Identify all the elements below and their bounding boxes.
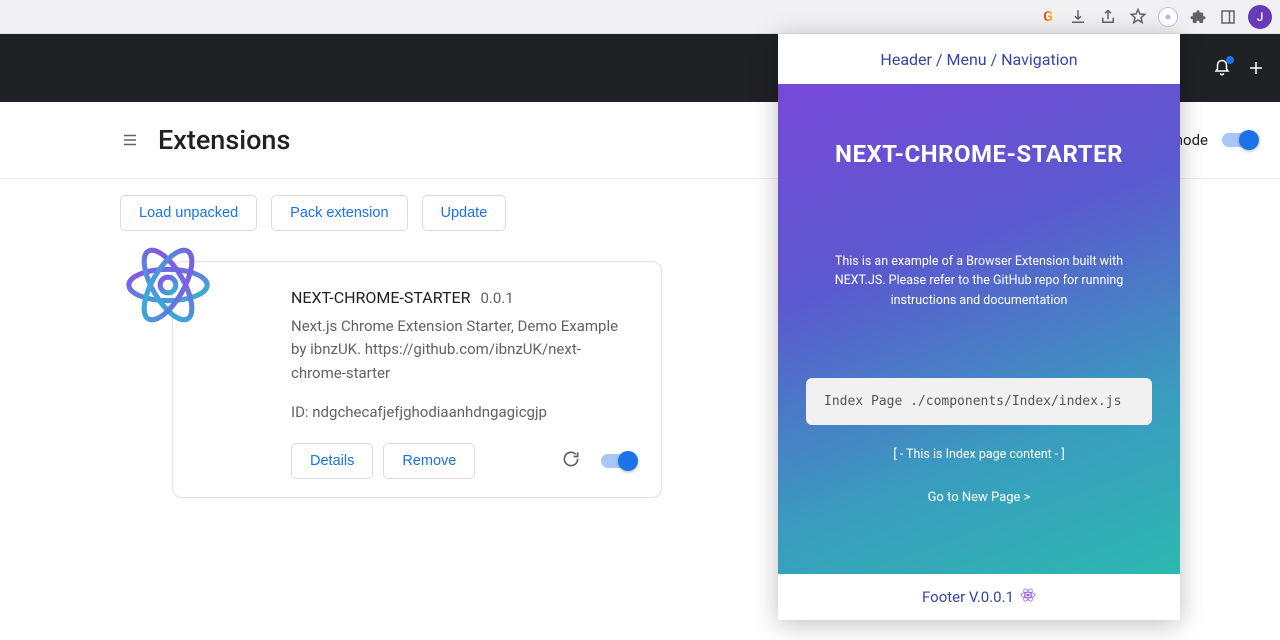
update-button[interactable]: Update xyxy=(422,195,507,231)
google-logo-icon[interactable]: G xyxy=(1038,7,1058,27)
extension-popup-panel: Header / Menu / Navigation NEXT-CHROME-S… xyxy=(778,34,1180,620)
extension-card: NEXT-CHROME-STARTER 0.0.1 Next.js Chrome… xyxy=(172,261,662,498)
bookmark-star-icon[interactable] xyxy=(1128,7,1148,27)
popup-newpage-link[interactable]: Go to New Page > xyxy=(928,490,1031,505)
remove-button[interactable]: Remove xyxy=(383,443,475,479)
menu-hamburger-icon[interactable] xyxy=(120,130,140,150)
extension-enable-toggle[interactable] xyxy=(601,454,635,468)
notification-dot-icon xyxy=(1226,56,1234,64)
extension-version: 0.0.1 xyxy=(480,289,513,307)
pack-extension-button[interactable]: Pack extension xyxy=(271,195,407,231)
popup-description: This is an example of a Browser Extensio… xyxy=(819,252,1139,310)
popup-header: Header / Menu / Navigation xyxy=(778,34,1180,84)
reload-icon[interactable] xyxy=(561,449,581,473)
extensions-puzzle-icon[interactable] xyxy=(1188,7,1208,27)
page-title: Extensions xyxy=(158,124,290,156)
extension-description: Next.js Chrome Extension Starter, Demo E… xyxy=(291,315,635,385)
notifications-bell-icon[interactable] xyxy=(1212,58,1232,78)
extension-name: NEXT-CHROME-STARTER xyxy=(291,288,470,307)
active-extension-icon[interactable] xyxy=(1158,7,1178,27)
footer-react-icon xyxy=(1020,587,1036,607)
load-unpacked-button[interactable]: Load unpacked xyxy=(120,195,257,231)
profile-avatar[interactable]: J xyxy=(1248,5,1272,29)
popup-subline: [ - This is Index page content - ] xyxy=(893,447,1064,462)
popup-body: NEXT-CHROME-STARTER This is an example o… xyxy=(778,84,1180,574)
share-icon[interactable] xyxy=(1098,7,1118,27)
popup-code-box: Index Page ./components/Index/index.js xyxy=(806,378,1152,425)
extension-id: ID: ndgchecafjefjghodiaanhdngagicgjp xyxy=(291,403,635,421)
details-button[interactable]: Details xyxy=(291,443,373,479)
panel-icon[interactable] xyxy=(1218,7,1238,27)
download-icon[interactable] xyxy=(1068,7,1088,27)
popup-footer: Footer V.0.0.1 xyxy=(778,574,1180,620)
plus-icon[interactable] xyxy=(1246,58,1266,78)
popup-footer-label: Footer V.0.0.1 xyxy=(922,588,1014,606)
popup-title: NEXT-CHROME-STARTER xyxy=(835,140,1123,168)
extension-react-logo-icon xyxy=(123,240,213,330)
developer-mode-toggle[interactable] xyxy=(1222,133,1256,147)
browser-toolbar: G J xyxy=(0,0,1280,34)
